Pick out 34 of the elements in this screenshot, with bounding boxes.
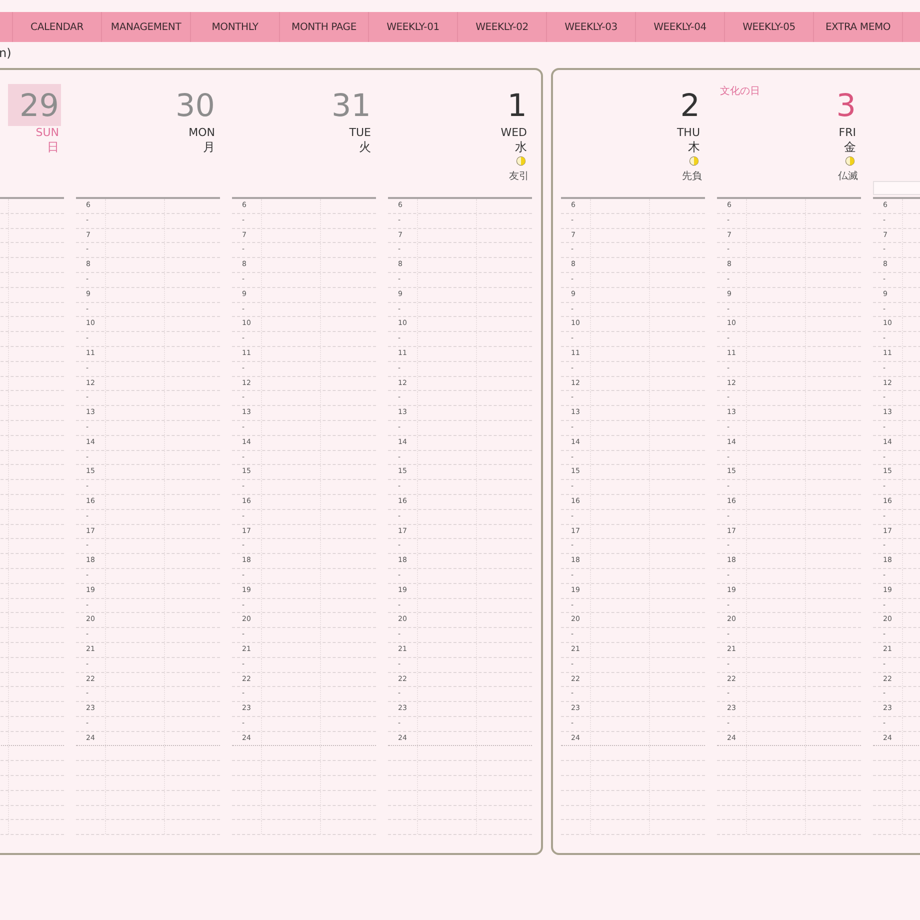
day-number: 29: [8, 84, 61, 126]
weekday-kanji: 金: [844, 140, 856, 154]
tab[interactable]: WEEKLY-02: [458, 12, 547, 42]
tab[interactable]: WEEKLY-03: [547, 12, 636, 42]
weekday-kanji: 火: [359, 140, 371, 154]
day-number: 1: [506, 87, 528, 126]
weekday-label: TUE: [349, 126, 371, 140]
weekday-label: SUN: [36, 126, 59, 140]
weekday-kanji: 水: [515, 140, 527, 154]
holiday-name: 文化の日: [720, 84, 760, 98]
tab[interactable]: MANAGEMENT: [102, 12, 191, 42]
caption-text: n): [0, 45, 12, 62]
day-number: 2: [679, 87, 701, 126]
weekday-label: THU: [676, 126, 700, 140]
weekday-label: MON: [188, 126, 215, 140]
day-number: 31: [330, 87, 372, 126]
weekday-kanji: 月: [203, 140, 215, 154]
rokuyo-label: 先負: [682, 171, 702, 183]
weekday-kanji: 木: [688, 140, 700, 154]
rokuyo-label: 友引: [509, 171, 529, 183]
tab[interactable]: WEEKLY-01: [369, 12, 458, 42]
weekday-kanji: 日: [47, 140, 59, 154]
tab[interactable]: EXTRA MEMO: [814, 12, 903, 42]
tab[interactable]: WEEKLY-04: [636, 12, 725, 42]
tab[interactable]: CALENDAR: [13, 12, 102, 42]
rokuyo-label: 仏滅: [838, 171, 858, 183]
day-number: 30: [174, 87, 216, 126]
tab[interactable]: MONTH PAGE: [280, 12, 369, 42]
weekday-label: WED: [500, 126, 527, 140]
day-number: 3: [835, 87, 857, 126]
tab[interactable]: WEEKLY-05: [725, 12, 814, 42]
header-box: [873, 181, 920, 195]
tab[interactable]: MONTHLY: [191, 12, 280, 42]
weekday-label: FRI: [838, 126, 856, 140]
